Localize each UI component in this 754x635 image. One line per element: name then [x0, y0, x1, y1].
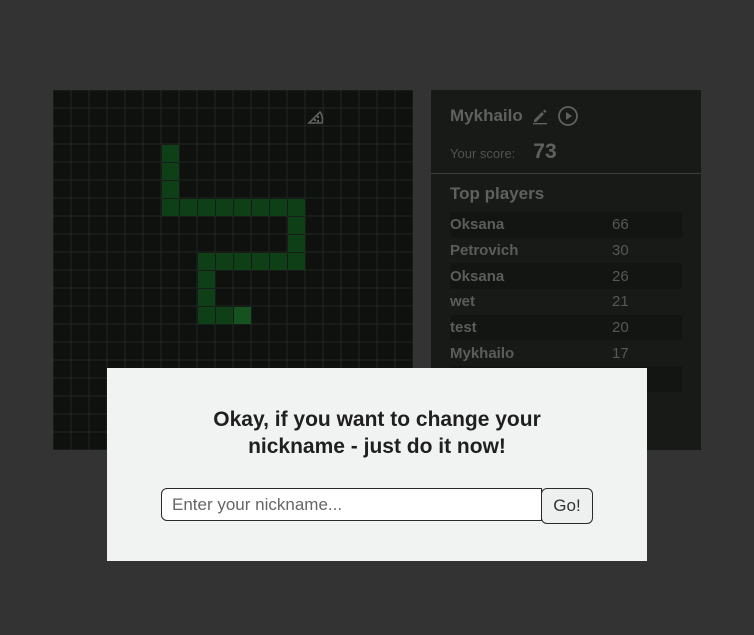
snake-segment: [252, 199, 269, 216]
snake-segment: [270, 253, 287, 270]
top-players-title: Top players: [450, 184, 545, 203]
snake-segment: [270, 199, 287, 216]
snake-segment: [198, 271, 215, 288]
score-value: 73: [533, 140, 557, 163]
top-player-score: 20: [612, 319, 629, 337]
top-player-score: 21: [612, 293, 629, 311]
top-player-row: Petrovich 30: [450, 237, 682, 264]
top-player-name: test: [450, 319, 477, 337]
top-player-name: wet: [450, 293, 476, 311]
top-player-row: Mykhailo 17: [450, 340, 682, 367]
top-player-score: 17: [612, 344, 629, 362]
top-player-name: Oksana: [450, 267, 505, 285]
snake-segment: [198, 199, 215, 216]
snake-segment: [252, 253, 269, 270]
score-row: Your score: 73: [450, 140, 557, 164]
snake-segment: [162, 181, 179, 198]
go-button[interactable]: Go!: [541, 488, 593, 524]
top-player-row: Oksana 26: [450, 263, 682, 290]
top-player-name: Petrovich: [450, 242, 519, 260]
player-name: Mykhailo: [450, 106, 523, 125]
snake-segment: [288, 199, 305, 216]
play-circle-icon[interactable]: [557, 105, 579, 127]
snake-segment: [216, 307, 233, 324]
top-player-row: test 20: [450, 314, 682, 341]
snake-segment: [216, 253, 233, 270]
modal-title-line-2: nickname - just do it now!: [248, 435, 506, 458]
score-label: Your score:: [450, 146, 516, 161]
top-player-row: wet 21: [450, 289, 682, 315]
pencil-icon[interactable]: [531, 107, 549, 125]
top-players-list: Oksana 66 Petrovich 30 Oksana 26 wet 21 test 20 My…: [450, 212, 682, 392]
top-player-row: Oksana 66: [450, 212, 682, 238]
snake-segment: [234, 199, 251, 216]
snake-segment: [288, 235, 305, 252]
top-player-name: Oksana: [450, 216, 505, 234]
snake-segment: [234, 253, 251, 270]
snake-segment: [162, 199, 179, 216]
top-player-score: 30: [612, 242, 629, 260]
top-player-score: 66: [612, 216, 629, 234]
snake-segment: [216, 199, 233, 216]
modal-title: Okay, if you want to change your nicknam…: [107, 406, 647, 460]
nickname-modal: Okay, if you want to change your nicknam…: [107, 368, 647, 561]
snake-segment: [162, 163, 179, 180]
snake-segment: [198, 289, 215, 306]
snake-segment: [198, 307, 215, 324]
player-header: Mykhailo: [450, 104, 579, 128]
divider: [431, 173, 701, 174]
snake-segment: [288, 253, 305, 270]
top-player-score: 26: [612, 267, 629, 285]
snake-segment: [198, 253, 215, 270]
snake-segment: [180, 199, 197, 216]
top-player-name: Mykhailo: [450, 344, 515, 362]
nickname-input[interactable]: [161, 488, 542, 521]
snake-segment: [288, 217, 305, 234]
snake-segment: [162, 145, 179, 162]
snake-head: [234, 307, 251, 324]
modal-title-line-1: Okay, if you want to change your: [213, 408, 541, 431]
